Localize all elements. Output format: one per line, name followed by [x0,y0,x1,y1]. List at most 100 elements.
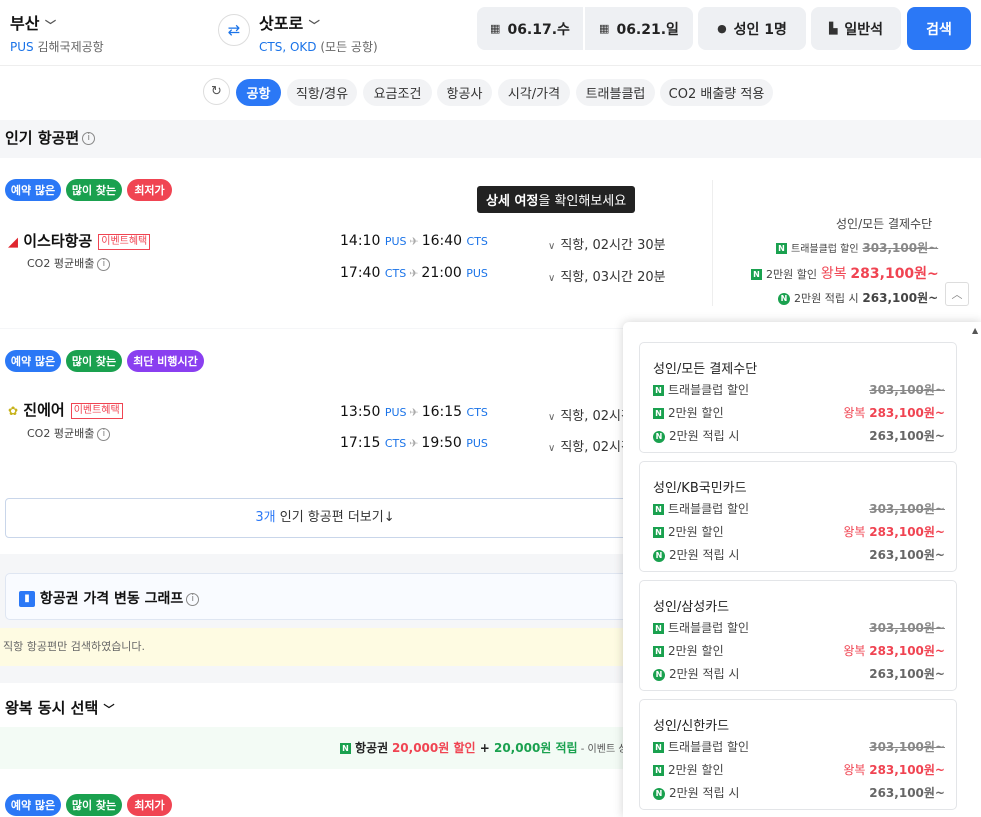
swap-route-button[interactable]: ⇄ [218,14,250,46]
direct-only-notice: 직항 항공편만 검색하였습니다. [0,628,645,666]
return-date-button[interactable]: ▦ 06.21.일 [585,7,693,50]
plane-icon: ✈ [409,267,419,280]
plane-icon: ✈ [409,437,419,450]
info-icon[interactable]: i [97,257,111,271]
roundtrip-label: 왕복 [843,406,866,420]
origin-city: 부산 [10,14,40,33]
event-tag: 이벤트혜택 [70,402,123,419]
payment-card[interactable]: 성인/KB국민카드 N 트래블클럽 할인 303,100원~ N 2만원 할인 왕복 2… [639,461,957,572]
filter-fare[interactable]: 요금조건 [363,79,432,106]
co2-text: CO2 평균배출 [27,257,95,270]
leg-duration[interactable]: ∨ 직항, 02시간 [548,405,633,424]
info-icon[interactable]: i [186,592,200,606]
leg-duration[interactable]: ∨ 직항, 03시간 20분 [548,266,666,285]
co2-label: CO2 평균배출 i [27,425,111,441]
naver-n-icon: N [653,765,664,776]
discount-label: 2만원 할인 [766,268,817,281]
return-date-label: 06.21.일 [616,21,679,38]
points-price-row: N 2만원 적립 시 263,100원~ [653,784,945,801]
divider [712,180,713,306]
discount-price-row: N 2만원 할인 왕복 283,100원~ [653,642,945,659]
club-price: 303,100원~ [869,502,945,516]
points-price-row: N 2만원 적립 시 263,100원~ [653,546,945,563]
dep-time: 14:10 [340,233,381,249]
payment-title: 성인/신한카드 [653,719,730,734]
arr-airport: CTS [466,235,488,248]
more-count: 3개 [255,510,276,525]
dep-airport: CTS [384,437,407,450]
discount-price-row: N 2만원 할인 왕복 283,100원~ [653,761,945,778]
flight-card[interactable]: 예약 많은 많이 찾는 최저가 ◢ 이스타항공 이벤트혜택 CO2 평균배출 i 1… [0,158,981,328]
bar-chart-icon: ▮ [19,591,35,607]
naver-n-icon: N [653,408,664,419]
filter-time-price[interactable]: 시각/가격 [498,79,570,106]
duration-text: 직항, 03시간 20분 [560,270,666,285]
naver-n-icon: N [653,742,664,753]
club-price-row: N 트래블클럽 할인 303,100원~ [776,239,938,256]
filter-co2[interactable]: CO2 배출량 적용 [660,79,773,106]
airline-label: 이스타항공 [23,232,93,250]
filter-travel-club[interactable]: 트래블클럽 [576,79,655,106]
passengers-button[interactable]: ● 성인 1명 [698,7,806,50]
promo-banner[interactable]: N 항공권 20,000원 할인 + 20,000원 적립 - 이벤트 상품 한 [0,727,645,769]
naver-n-icon: N [653,385,664,396]
refresh-button[interactable]: ↻ [203,78,230,105]
filter-airport[interactable]: 공항 [236,79,281,106]
badge-lowest-price: 최저가 [127,794,172,816]
price-graph-section[interactable]: ▮ 항공권 가격 변동 그래프 i [5,573,645,620]
naver-pay-icon: N [653,787,665,800]
leg-duration[interactable]: ∨ 직항, 02시간 [548,436,633,455]
more-flights-button[interactable]: 3개 인기 항공편 더보기↓ [5,498,645,538]
leg-time: 17:15 CTS ✈ 19:50 PUS [340,435,488,451]
chevron-down-icon: ﹀ [45,19,57,32]
dep-airport: PUS [384,235,407,248]
points-price: 263,100원~ [869,429,945,443]
origin-selector[interactable]: 부산 ﹀ PUS 김해국제공항 [10,10,104,55]
search-button[interactable]: 검색 [907,7,971,50]
discount-price: 283,100원~ [869,525,945,539]
info-icon[interactable]: i [97,427,111,441]
leg-time: 14:10 PUS ✈ 16:40 CTS [340,233,488,249]
badge-popular-booking: 예약 많은 [5,350,61,372]
points-label: 2만원 적립 시 [794,292,859,305]
depart-date-button[interactable]: ▦ 06.17.수 [477,7,583,50]
points-price-row: N 2만원 적립 시 263,100원~ [778,289,938,306]
naver-n-icon: N [653,646,664,657]
points-price: 263,100원~ [862,291,939,305]
payment-card[interactable]: 성인/모든 결제수단 N 트래블클럽 할인 303,100원~ N 2만원 할인 왕복 … [639,342,957,453]
roundtrip-title[interactable]: 왕복 동시 선택 ﹀ [5,697,114,718]
discount-price: 283,100원~ [869,763,945,777]
payment-title: 성인/KB국민카드 [653,481,747,496]
filter-airline[interactable]: 항공사 [437,79,492,106]
naver-pay-icon: N [778,292,790,305]
naver-n-icon: N [340,743,351,754]
collapse-price-button[interactable]: ︿ [945,282,969,306]
club-label: 트래블클럽 할인 [791,244,859,255]
itinerary-tooltip: 상세 여정을 확인해보세요 [477,186,636,213]
popular-section-title: 인기 항공편 i [5,127,96,148]
leg-duration[interactable]: ∨ 직항, 02시간 30분 [548,234,666,253]
arr-airport: PUS [466,267,488,280]
scrollbar-up-arrow[interactable]: ▲ [972,326,978,335]
info-icon[interactable]: i [82,132,96,145]
points-label: 2만원 적립 시 [669,786,740,800]
person-icon: ● [717,22,727,35]
points-label: 2만원 적립 시 [669,667,740,681]
graph-title-text: 항공권 가격 변동 그래프 [39,591,184,607]
dep-time: 13:50 [340,404,381,420]
payment-title: 성인/모든 결제수단 [653,362,758,377]
price-condition: 성인/모든 결제수단 [836,217,933,231]
promo-discount: 20,000원 할인 [391,741,476,755]
naver-pay-icon: N [653,549,665,562]
filter-direct[interactable]: 직항/경유 [287,79,357,106]
payment-card[interactable]: 성인/신한카드 N 트래블클럽 할인 303,100원~ N 2만원 할인 왕복 283… [639,699,957,810]
jinair-logo-icon: ✿ [8,404,19,418]
payment-price-popup: 성인/모든 결제수단 N 트래블클럽 할인 303,100원~ N 2만원 할인 왕복 … [623,322,981,817]
payment-card[interactable]: 성인/삼성카드 N 트래블클럽 할인 303,100원~ N 2만원 할인 왕복 283… [639,580,957,691]
badge-popular-booking: 예약 많은 [5,179,61,201]
seat-class-button[interactable]: ▙ 일반석 [811,7,901,50]
co2-text: CO2 평균배출 [27,427,95,440]
destination-selector[interactable]: 삿포로 ﹀ CTS, OKD (모든 공항) [259,10,378,55]
payment-title: 성인/삼성카드 [653,600,730,615]
club-label: 트래블클럽 할인 [668,740,750,754]
